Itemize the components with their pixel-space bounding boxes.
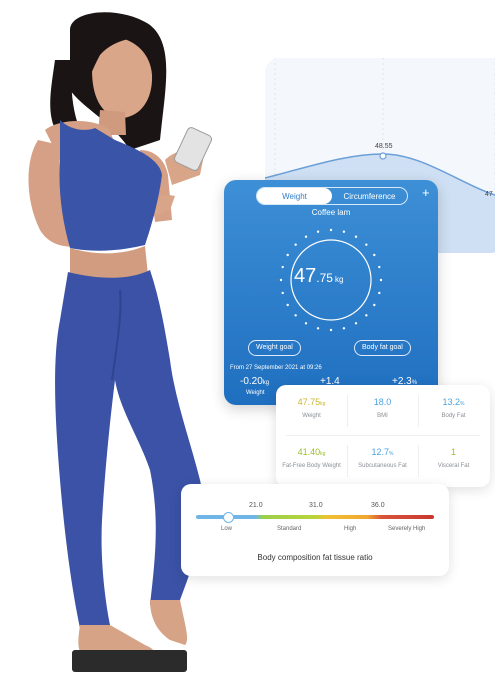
trend-peak-label: 48.55: [375, 143, 393, 150]
metric-label: Fat-Free Body Weight: [282, 463, 341, 469]
weight-decimal: .75: [316, 271, 333, 285]
dial-tick: [365, 243, 368, 246]
metric-unit: kg: [320, 451, 326, 457]
dial-tick: [342, 327, 346, 330]
metric-body-fat[interactable]: 13.2% Body Fat: [418, 397, 489, 419]
dial-tick: [279, 278, 283, 282]
dial-tick: [354, 322, 358, 325]
weight-integer: 47: [294, 265, 317, 287]
metric-value: 12.7: [371, 447, 390, 457]
dial-tick: [378, 291, 381, 295]
metric-unit: %: [389, 451, 394, 457]
dial-tick: [304, 235, 308, 238]
metric-label: Body Fat: [441, 413, 466, 419]
dial-tick: [286, 253, 289, 257]
dial-tick: [365, 314, 368, 317]
metric-value: 41.40: [297, 447, 321, 457]
dial-tick: [294, 314, 297, 317]
zone-severely-high: Severely High: [388, 526, 426, 532]
metric-visceral-fat[interactable]: 1 Visceral Fat: [418, 447, 489, 469]
weight-card: Weight Circumference + Coffee lam 47.75 k…: [224, 180, 438, 405]
user-name: Coffee lam: [311, 208, 351, 217]
metric-label: Visceral Fat: [437, 463, 470, 469]
tab-weight[interactable]: Weight: [257, 188, 332, 204]
ratio-tick: 31.0: [309, 502, 323, 509]
trend-peak-point: [379, 152, 387, 160]
dial-tick: [378, 265, 381, 269]
dial-tick: [354, 235, 358, 238]
dial-tick: [294, 243, 297, 246]
metric-label: BMI: [377, 413, 388, 419]
metric-value: 13.2: [442, 397, 461, 407]
dial-tick: [373, 303, 376, 307]
body-metrics-card: 47.75kg Weight 18.0 BMI 13.2% Body Fat 4…: [276, 385, 490, 487]
dial-tick: [281, 265, 284, 269]
fat-ratio-card: 21.0 31.0 36.0 Low Standard High Severel…: [181, 484, 449, 576]
metric-fat-free-weight[interactable]: 41.40kg Fat-Free Body Weight: [276, 447, 347, 469]
dial-tick: [379, 278, 383, 282]
since-date: From 27 September 2021 at 09:26: [230, 365, 322, 371]
weight-goal-button[interactable]: Weight goal: [248, 340, 301, 356]
metric-value: 47.75: [297, 397, 321, 407]
plus-icon[interactable]: +: [422, 185, 430, 201]
metric-bmi[interactable]: 18.0 BMI: [347, 397, 418, 419]
smart-scale-icon: [72, 650, 187, 672]
weight-change-unit: kg: [262, 380, 270, 386]
zone-standard: Standard: [277, 526, 302, 532]
weight-tabs: Weight Circumference: [256, 187, 408, 205]
ratio-tick: 36.0: [371, 502, 385, 509]
dial-tick: [342, 230, 346, 233]
dial-tick: [316, 327, 320, 330]
weight-change: -0.20kg: [240, 376, 269, 387]
dial-tick: [329, 328, 333, 332]
metric-label: Subcutaneous Fat: [358, 463, 407, 469]
divider: [286, 435, 480, 436]
body-fat-goal-button[interactable]: Body fat goal: [354, 340, 411, 356]
tab-circumference[interactable]: Circumference: [332, 188, 407, 204]
metric-value: 18.0: [373, 397, 392, 407]
dial-tick: [304, 322, 308, 325]
metric-weight[interactable]: 47.75kg Weight: [276, 397, 347, 419]
weight-unit: kg: [334, 275, 344, 284]
dial-tick: [286, 303, 289, 307]
ratio-tick: 21.0: [249, 502, 263, 509]
dial-tick: [373, 253, 376, 257]
zone-low: Low: [221, 526, 233, 532]
weight-change-label: Weight: [246, 390, 265, 396]
metric-subcutaneous-fat[interactable]: 12.7% Subcutaneous Fat: [347, 447, 418, 469]
dial-tick: [316, 230, 320, 233]
fat-ratio-indicator: [223, 512, 234, 523]
dial-tick: [281, 291, 284, 295]
metric-label: Weight: [302, 413, 321, 419]
metric-value: 1: [450, 447, 456, 457]
metric-unit: kg: [320, 401, 326, 407]
zone-high: High: [344, 526, 357, 532]
metric-unit: %: [460, 401, 465, 407]
trend-edge-label: 47: [485, 191, 493, 198]
weight-change-value: -0.20: [240, 376, 263, 387]
fat-ratio-title: Body composition fat tissue ratio: [257, 553, 373, 562]
weight-readout: 47.75 kg: [294, 265, 343, 288]
dial-tick: [329, 228, 333, 232]
